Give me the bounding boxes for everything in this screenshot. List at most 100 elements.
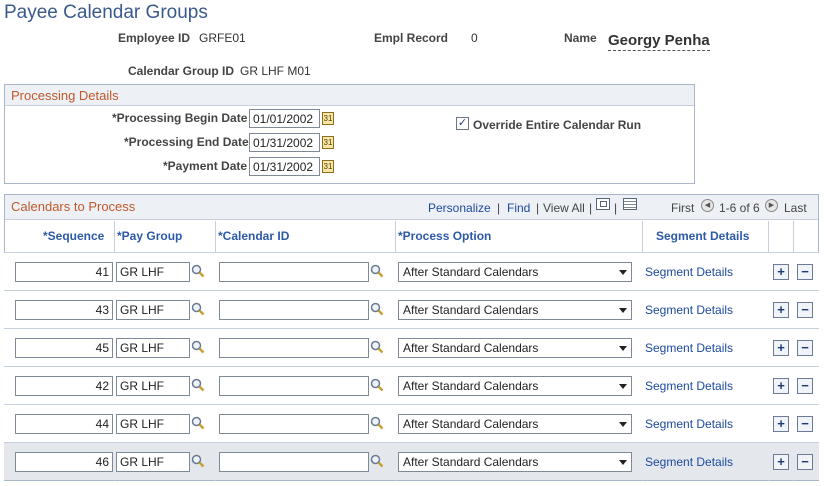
sequence-input[interactable]: 43: [15, 300, 113, 320]
download-icon[interactable]: [623, 198, 637, 210]
sequence-input[interactable]: 42: [15, 376, 113, 396]
toolbar-separator: |: [536, 201, 540, 215]
override-calendar-run-checkbox[interactable]: ✓: [456, 117, 469, 130]
chevron-down-icon: [619, 460, 627, 465]
view-all-link[interactable]: View All: [543, 201, 585, 215]
magnifier-icon[interactable]: [191, 302, 205, 316]
process-option-select[interactable]: After Standard Calendars: [398, 376, 632, 396]
calendar-id-input[interactable]: [219, 300, 369, 320]
segment-details-link[interactable]: Segment Details: [645, 265, 733, 279]
calendar-id-input[interactable]: [219, 262, 369, 282]
delete-row-button[interactable]: −: [797, 454, 813, 470]
personalize-link[interactable]: Personalize: [428, 201, 491, 215]
col-header-process-option[interactable]: *Process Option: [398, 229, 491, 243]
add-row-button[interactable]: +: [773, 416, 789, 432]
delete-row-button[interactable]: −: [797, 340, 813, 356]
process-option-value: After Standard Calendars: [403, 379, 539, 393]
payment-date-label: *Payment Date: [163, 159, 248, 173]
sequence-input[interactable]: 41: [15, 262, 113, 282]
magnifier-icon[interactable]: [370, 264, 384, 278]
processing-end-label: *Processing End Date: [124, 135, 249, 149]
delete-row-button[interactable]: −: [797, 264, 813, 280]
page-title: Payee Calendar Groups: [4, 2, 208, 23]
processing-end-input[interactable]: 01/31/2002: [249, 133, 320, 152]
last-link: Last: [784, 201, 807, 215]
pay-group-input[interactable]: GR LHF: [116, 338, 190, 358]
calendar-id-input[interactable]: [219, 376, 369, 396]
calendar-group-id-value: GR LHF M01: [240, 64, 311, 78]
sequence-input[interactable]: 46: [15, 452, 113, 472]
magnifier-icon[interactable]: [191, 264, 205, 278]
calendar-id-input[interactable]: [219, 452, 369, 472]
pay-group-input[interactable]: GR LHF: [116, 300, 190, 320]
process-option-select[interactable]: After Standard Calendars: [398, 300, 632, 320]
magnifier-icon[interactable]: [370, 416, 384, 430]
magnifier-icon[interactable]: [370, 340, 384, 354]
first-link: First: [671, 201, 695, 215]
segment-details-link[interactable]: Segment Details: [645, 417, 733, 431]
process-option-value: After Standard Calendars: [403, 341, 539, 355]
col-header-sequence[interactable]: *Sequence: [43, 229, 104, 243]
employee-name[interactable]: Georgy Penha: [608, 32, 710, 51]
calendar-icon[interactable]: 31: [322, 112, 334, 125]
magnifier-icon[interactable]: [191, 416, 205, 430]
sequence-input[interactable]: 44: [15, 414, 113, 434]
chevron-down-icon: [619, 308, 627, 313]
magnifier-icon[interactable]: [370, 378, 384, 392]
magnifier-icon[interactable]: [370, 302, 384, 316]
process-option-value: After Standard Calendars: [403, 265, 539, 279]
process-option-select[interactable]: After Standard Calendars: [398, 262, 632, 282]
magnifier-icon[interactable]: [191, 378, 205, 392]
name-label: Name: [564, 31, 597, 45]
employee-id-label: Employee ID: [118, 31, 191, 45]
add-row-button[interactable]: +: [773, 454, 789, 470]
pay-group-input[interactable]: GR LHF: [116, 414, 190, 434]
pay-group-input[interactable]: GR LHF: [116, 452, 190, 472]
chevron-down-icon: [619, 422, 627, 427]
calendar-icon[interactable]: 31: [322, 160, 334, 173]
process-option-select[interactable]: After Standard Calendars: [398, 414, 632, 434]
arrow-left-icon[interactable]: ◀: [701, 199, 714, 212]
calendar-icon[interactable]: 31: [322, 136, 334, 149]
delete-row-button[interactable]: −: [797, 378, 813, 394]
chevron-down-icon: [619, 346, 627, 351]
payment-date-input[interactable]: 01/31/2002: [249, 157, 320, 176]
magnifier-icon[interactable]: [370, 454, 384, 468]
segment-details-link[interactable]: Segment Details: [645, 341, 733, 355]
pay-group-input[interactable]: GR LHF: [116, 376, 190, 396]
segment-details-link[interactable]: Segment Details: [645, 455, 733, 469]
add-row-button[interactable]: +: [773, 378, 789, 394]
segment-details-link[interactable]: Segment Details: [645, 379, 733, 393]
empl-record-value: 0: [471, 31, 478, 45]
magnifier-icon[interactable]: [191, 340, 205, 354]
zoom-icon[interactable]: [596, 198, 610, 210]
employee-id-value: GRFE01: [199, 31, 246, 45]
pay-group-input[interactable]: GR LHF: [116, 262, 190, 282]
override-calendar-run-label: Override Entire Calendar Run: [473, 118, 642, 132]
add-row-button[interactable]: +: [773, 264, 789, 280]
add-row-button[interactable]: +: [773, 302, 789, 318]
col-header-pay-group[interactable]: *Pay Group: [117, 229, 182, 243]
find-link[interactable]: Find: [507, 201, 530, 215]
chevron-down-icon: [619, 270, 627, 275]
calendar-id-input[interactable]: [219, 338, 369, 358]
delete-row-button[interactable]: −: [797, 416, 813, 432]
grid-row-range: 1-6 of 6: [719, 201, 760, 215]
processing-begin-input[interactable]: 01/01/2002: [249, 109, 320, 128]
add-row-button[interactable]: +: [773, 340, 789, 356]
arrow-right-icon[interactable]: ▶: [765, 199, 778, 212]
delete-row-button[interactable]: −: [797, 302, 813, 318]
process-option-select[interactable]: After Standard Calendars: [398, 338, 632, 358]
calendar-group-id-label: Calendar Group ID: [128, 64, 235, 78]
col-header-segment-details: Segment Details: [656, 229, 750, 243]
sequence-input[interactable]: 45: [15, 338, 113, 358]
magnifier-icon[interactable]: [191, 454, 205, 468]
process-option-select[interactable]: After Standard Calendars: [398, 452, 632, 472]
chevron-down-icon: [619, 384, 627, 389]
process-option-value: After Standard Calendars: [403, 455, 539, 469]
grid-title: Calendars to Process: [11, 199, 136, 214]
toolbar-separator: |: [589, 201, 593, 215]
col-header-calendar-id[interactable]: *Calendar ID: [218, 229, 289, 243]
calendar-id-input[interactable]: [219, 414, 369, 434]
segment-details-link[interactable]: Segment Details: [645, 303, 733, 317]
